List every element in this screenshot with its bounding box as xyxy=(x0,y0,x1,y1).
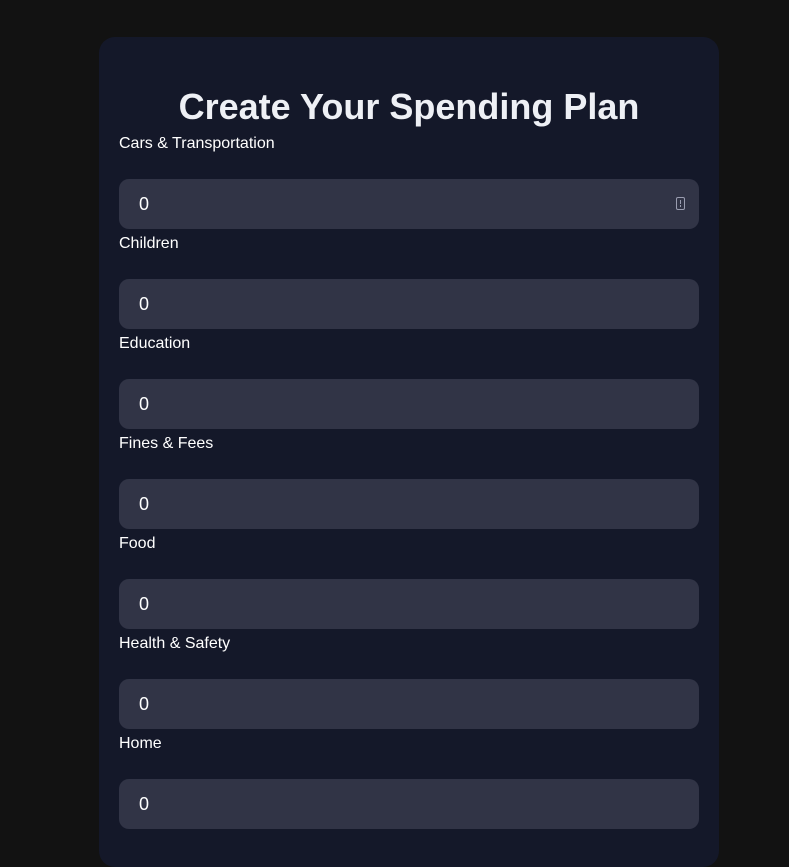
fines-fees-input[interactable] xyxy=(119,479,699,529)
input-wrapper xyxy=(119,479,699,529)
page-title: Create Your Spending Plan xyxy=(178,86,640,127)
food-input[interactable] xyxy=(119,579,699,629)
input-wrapper xyxy=(119,779,699,829)
field-health-safety: Health & Safety xyxy=(119,635,699,737)
field-home: Home xyxy=(119,735,699,837)
input-wrapper xyxy=(119,679,699,729)
input-wrapper xyxy=(119,179,699,229)
education-input[interactable] xyxy=(119,379,699,429)
field-cars-transportation: Cars & Transportation xyxy=(119,135,699,237)
field-children: Children xyxy=(119,235,699,337)
field-fines-fees: Fines & Fees xyxy=(119,435,699,537)
input-wrapper xyxy=(119,379,699,429)
input-wrapper xyxy=(119,579,699,629)
home-input[interactable] xyxy=(119,779,699,829)
field-label: Home xyxy=(119,735,162,752)
field-label: Cars & Transportation xyxy=(119,135,275,152)
health-safety-input[interactable] xyxy=(119,679,699,729)
spending-fields: Cars & Transportation Children Education… xyxy=(119,135,699,837)
field-education: Education xyxy=(119,335,699,437)
cars-transportation-input[interactable] xyxy=(119,179,699,229)
number-spinner-icon[interactable] xyxy=(676,197,685,210)
field-food: Food xyxy=(119,535,699,637)
spending-plan-card: Create Your Spending Plan Cars & Transpo… xyxy=(99,37,719,867)
field-label: Children xyxy=(119,235,179,252)
field-label: Food xyxy=(119,535,156,552)
children-input[interactable] xyxy=(119,279,699,329)
input-wrapper xyxy=(119,279,699,329)
field-label: Fines & Fees xyxy=(119,435,214,452)
field-label: Health & Safety xyxy=(119,635,231,652)
field-label: Education xyxy=(119,335,191,352)
